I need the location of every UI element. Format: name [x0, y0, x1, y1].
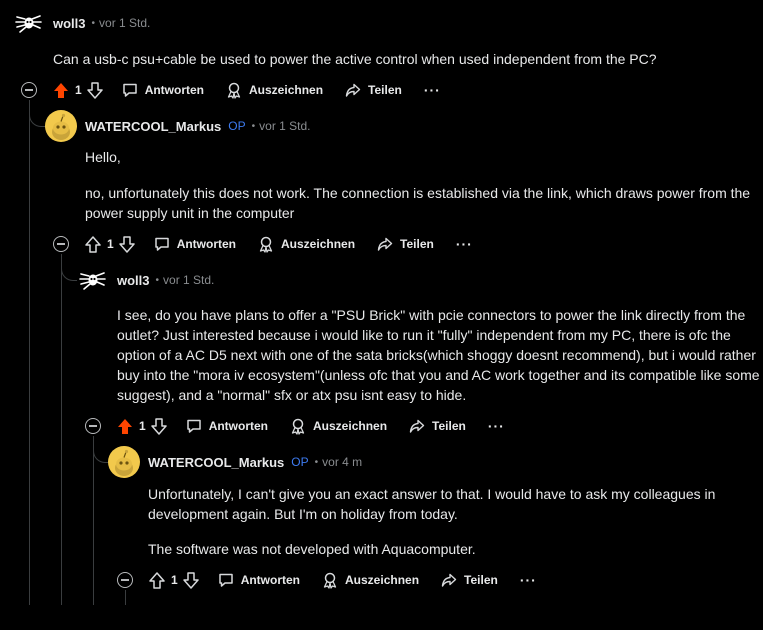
comment-timestamp[interactable]: vor 1 Std.: [259, 119, 310, 133]
comment-paragraph: The software was not developed with Aqua…: [148, 541, 476, 557]
comment-body: I see, do you have plans to offer a "PSU…: [117, 305, 761, 405]
comment-paragraph: Can a usb-c psu+cable be used to power t…: [53, 51, 657, 67]
comment-paragraph: Unfortunately, I can't give you an exact…: [148, 486, 716, 522]
separator-dot: •: [155, 274, 160, 286]
comment-author[interactable]: woll3: [53, 16, 86, 31]
downvote-icon[interactable]: [150, 417, 167, 435]
reply-label: Antworten: [144, 83, 205, 97]
award-button[interactable]: Auszeichnen: [226, 82, 323, 99]
comment-body: Unfortunately, I can't give you an exact…: [148, 484, 748, 559]
share-icon: [377, 237, 393, 251]
award-icon: [259, 236, 273, 253]
separator-dot: •: [251, 120, 256, 132]
vote-score: 1: [139, 419, 146, 433]
award-icon: [323, 572, 337, 589]
vote-score: 1: [75, 83, 82, 97]
reply-label: Antworten: [240, 573, 301, 587]
award-label: Auszeichnen: [249, 83, 324, 97]
comment-meta: WATERCOOL_Markus OP • vor 1 Std.: [85, 116, 311, 136]
user-avatar[interactable]: [45, 110, 77, 142]
share-button[interactable]: Teilen: [409, 418, 466, 434]
comment-timestamp[interactable]: vor 1 Std.: [99, 16, 150, 30]
comment-author[interactable]: WATERCOOL_Markus: [148, 455, 284, 470]
comment-paragraph: no, unfortunately this does not work. Th…: [85, 185, 751, 221]
upvote-icon[interactable]: [149, 571, 165, 589]
share-icon: [441, 573, 457, 587]
separator-dot: •: [91, 17, 96, 29]
op-badge: OP: [228, 119, 246, 133]
collapse-thread-button[interactable]: [21, 82, 37, 98]
comment-body: Hello, no, unfortunately this does not w…: [85, 147, 755, 223]
upvote-icon[interactable]: [53, 82, 69, 99]
comment-timestamp[interactable]: vor 4 m: [322, 455, 362, 469]
award-button[interactable]: Auszeichnen: [258, 236, 355, 253]
separator-dot: •: [314, 456, 319, 468]
award-button[interactable]: Auszeichnen: [290, 418, 387, 435]
user-avatar[interactable]: [13, 7, 45, 39]
upvote-icon[interactable]: [117, 418, 133, 435]
share-button[interactable]: Teilen: [441, 572, 498, 588]
more-options-button[interactable]: ···: [488, 418, 505, 434]
share-icon: [409, 419, 425, 433]
comment-paragraph: I see, do you have plans to offer a "PSU…: [117, 307, 760, 403]
share-label: Teilen: [368, 83, 402, 97]
reply-button[interactable]: Antworten: [122, 82, 204, 98]
downvote-icon[interactable]: [118, 235, 135, 253]
vote-score: 1: [171, 573, 178, 587]
collapse-thread-button[interactable]: [53, 236, 69, 252]
vote-score: 1: [107, 237, 114, 251]
award-icon: [291, 418, 305, 435]
share-label: Teilen: [432, 419, 466, 433]
comment-action-bar: 1 Antworten Auszeichnen Teilen ···: [117, 568, 537, 592]
reply-button[interactable]: Antworten: [154, 236, 236, 252]
comment-icon: [122, 83, 137, 97]
comment-action-bar: 1 Antworten Auszeichnen Teilen ···: [53, 232, 473, 256]
collapse-thread-button[interactable]: [117, 572, 133, 588]
more-options-button[interactable]: ···: [456, 236, 473, 252]
op-badge: OP: [291, 455, 309, 469]
downvote-icon[interactable]: [86, 81, 103, 99]
share-button[interactable]: Teilen: [377, 236, 434, 252]
user-avatar[interactable]: [108, 446, 140, 478]
comment-meta: woll3 • vor 1 Std.: [117, 270, 214, 290]
vote-group: 1: [117, 417, 167, 435]
award-icon: [227, 82, 241, 99]
vote-group: 1: [149, 571, 199, 589]
comment-body: Can a usb-c psu+cable be used to power t…: [53, 49, 753, 69]
award-button[interactable]: Auszeichnen: [322, 572, 419, 589]
collapse-thread-button[interactable]: [85, 418, 101, 434]
reply-label: Antworten: [208, 419, 269, 433]
comment-icon: [154, 237, 169, 251]
comment-author[interactable]: WATERCOOL_Markus: [85, 119, 221, 134]
reply-label: Antworten: [176, 237, 237, 251]
reply-button[interactable]: Antworten: [218, 572, 300, 588]
comment-action-bar: 1 Antworten Auszeichnen Teilen ···: [21, 78, 441, 102]
comment-icon: [186, 419, 201, 433]
comment-icon: [218, 573, 233, 587]
share-label: Teilen: [464, 573, 498, 587]
user-avatar[interactable]: [77, 264, 109, 296]
more-options-button[interactable]: ···: [424, 82, 441, 98]
comment-meta: woll3 • vor 1 Std.: [53, 13, 150, 33]
vote-group: 1: [85, 235, 135, 253]
more-options-button[interactable]: ···: [520, 572, 537, 588]
award-label: Auszeichnen: [313, 419, 388, 433]
vote-group: 1: [53, 81, 103, 99]
share-icon: [345, 83, 361, 97]
downvote-icon[interactable]: [182, 571, 199, 589]
comment-paragraph: Hello,: [85, 149, 121, 165]
share-label: Teilen: [400, 237, 434, 251]
comment-action-bar: 1 Antworten Auszeichnen Teilen ···: [85, 414, 505, 438]
comment-author[interactable]: woll3: [117, 273, 150, 288]
comment-timestamp[interactable]: vor 1 Std.: [163, 273, 214, 287]
award-label: Auszeichnen: [345, 573, 420, 587]
comment-meta: WATERCOOL_Markus OP • vor 4 m: [148, 452, 362, 472]
reply-button[interactable]: Antworten: [186, 418, 268, 434]
user-avatar[interactable]: [141, 598, 173, 630]
share-button[interactable]: Teilen: [345, 82, 402, 98]
award-label: Auszeichnen: [281, 237, 356, 251]
upvote-icon[interactable]: [85, 235, 101, 253]
